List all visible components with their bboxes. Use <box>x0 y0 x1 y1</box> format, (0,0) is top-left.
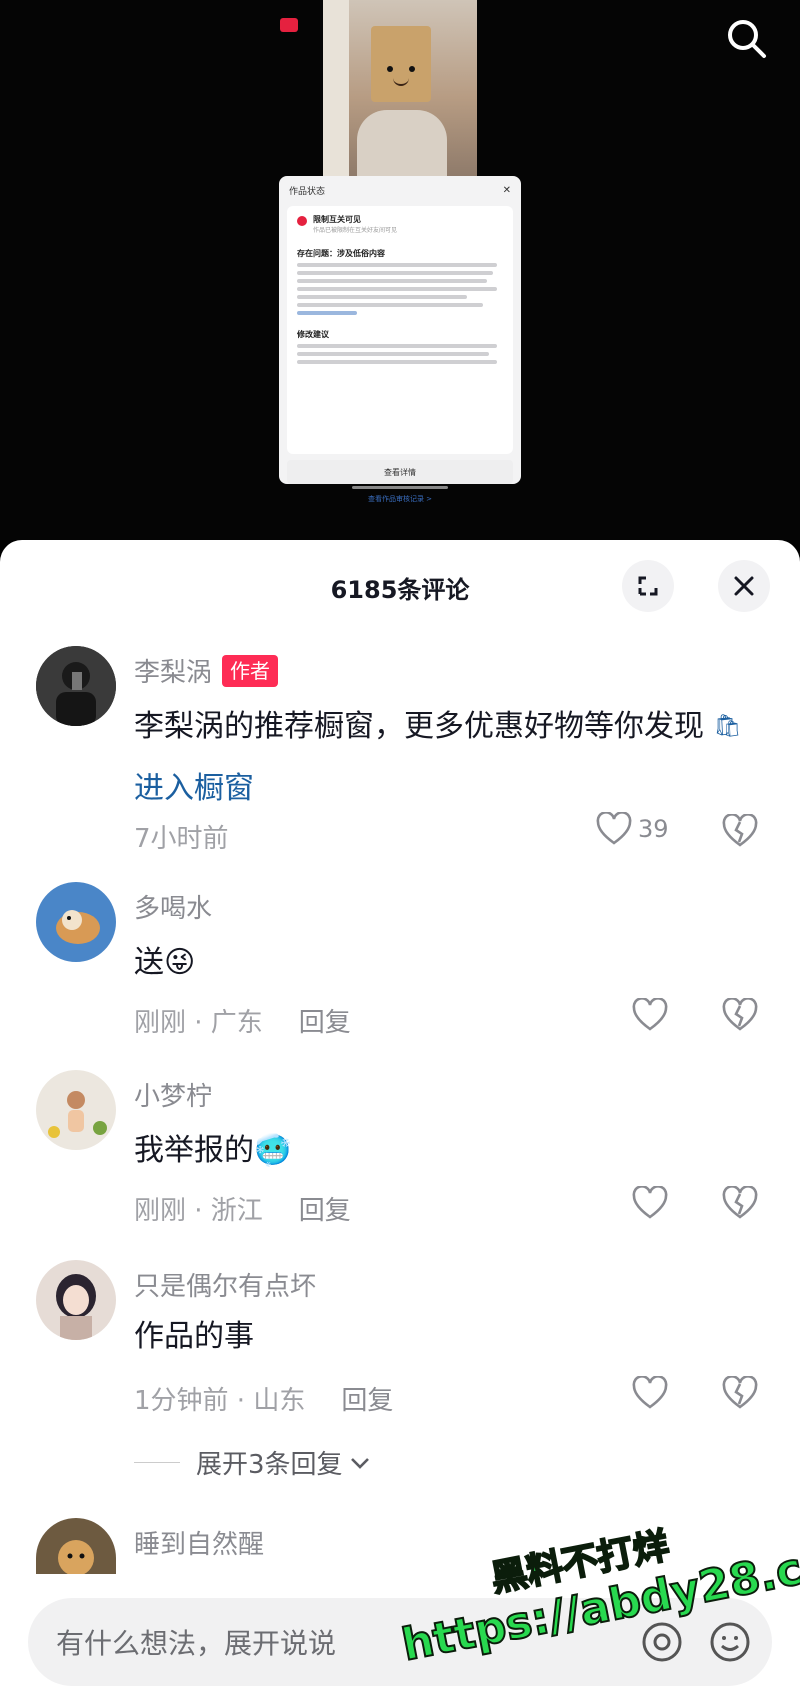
person-body <box>357 110 447 180</box>
comment-input[interactable] <box>54 1598 618 1688</box>
search-icon[interactable] <box>724 16 768 60</box>
home-indicator <box>352 486 448 489</box>
heart-icon <box>596 812 632 845</box>
expand-replies-label[interactable]: 展开3条回复 <box>196 1444 343 1481</box>
broken-heart-icon[interactable] <box>722 1376 758 1410</box>
avatar[interactable] <box>36 882 116 962</box>
comment-username[interactable]: 只是偶尔有点坏 <box>134 1266 316 1303</box>
avatar-image <box>36 646 116 726</box>
review-record-link[interactable]: 查看作品审核记录 > <box>279 494 521 504</box>
at-mention-icon[interactable] <box>640 1620 684 1664</box>
status-title: 限制互关可见 <box>313 215 361 224</box>
expand-panel-button[interactable] <box>622 560 674 612</box>
close-panel-button[interactable] <box>718 560 770 612</box>
status-desc: 作品已被限制在互关好友间可见 <box>313 227 398 234</box>
comment-meta: 刚刚 · 浙江 回复 <box>134 1190 351 1227</box>
avatar-image <box>36 882 116 962</box>
comment-body: 送 <box>134 945 164 980</box>
comment-meta: 刚刚 · 广东 回复 <box>134 1002 351 1039</box>
comment-input-bar[interactable] <box>28 1598 772 1688</box>
username-text[interactable]: 李梨涡 <box>134 658 212 688</box>
shop-icon: 🛍 <box>713 714 742 739</box>
comment-text: 作品的事 <box>134 1319 254 1354</box>
warning-icon <box>297 216 307 226</box>
cold-face-emoji-icon: 🥶 <box>254 1133 292 1168</box>
like-button[interactable]: 39 <box>596 812 669 846</box>
comment-username[interactable]: 睡到自然醒 <box>134 1524 264 1561</box>
dialog-title: 作品状态 <box>289 186 326 197</box>
reply-button[interactable]: 回复 <box>299 1196 351 1226</box>
comment-body: 我举报的 <box>134 1133 254 1168</box>
curtain <box>323 0 349 178</box>
work-status-dialog: 作品状态 ✕ 限制互关可见 作品已被限制在互关好友间可见 存在问题：涉及低俗内容… <box>279 176 521 503</box>
issue-title: 存在问题：涉及低俗内容 <box>297 249 385 258</box>
comment-text: 送😜 <box>134 932 754 994</box>
video-area[interactable]: 作品状态 ✕ 限制互关可见 作品已被限制在互关好友间可见 存在问题：涉及低俗内容… <box>0 0 800 540</box>
comment-username[interactable]: 小梦柠 <box>134 1076 212 1113</box>
mask-eye <box>409 66 415 72</box>
advice-title: 修改建议 <box>297 330 329 339</box>
comment-text: 李梨涡的推荐橱窗，更多优惠好物等你发现 🛍 进入橱窗 <box>134 696 754 820</box>
comments-title: 6185条评论 <box>330 576 470 604</box>
avatar[interactable] <box>36 646 116 726</box>
expand-replies-button[interactable]: 展开3条回复 <box>134 1444 373 1481</box>
video-thumbnail <box>323 0 477 180</box>
comment-text: 我举报的🥶 <box>134 1120 754 1182</box>
close-icon <box>734 576 754 596</box>
heart-icon[interactable] <box>632 998 668 1032</box>
close-icon[interactable]: ✕ <box>503 185 511 196</box>
divider <box>134 1462 180 1463</box>
heart-icon[interactable] <box>632 1376 668 1410</box>
paper-bag-mask <box>371 26 431 102</box>
broken-heart-icon[interactable] <box>722 998 758 1032</box>
broken-heart-icon[interactable] <box>722 814 758 848</box>
comment-time: 1分钟前 · 山东 <box>134 1386 306 1416</box>
wink-emoji-icon: 😜 <box>164 945 196 980</box>
comment-time: 7小时前 <box>134 824 229 854</box>
comment-username[interactable]: 李梨涡 作者 <box>134 652 279 689</box>
heart-icon[interactable] <box>632 1186 668 1220</box>
avatar[interactable] <box>36 1260 116 1340</box>
emoji-icon[interactable] <box>708 1620 752 1664</box>
mask-mouth <box>393 78 409 86</box>
reply-button[interactable]: 回复 <box>341 1386 393 1416</box>
live-badge-icon <box>280 18 298 32</box>
comment-body: 李梨涡的推荐橱窗，更多优惠好物等你发现 <box>134 709 704 744</box>
avatar-image <box>36 1260 116 1340</box>
comment-username[interactable]: 多喝水 <box>134 888 212 925</box>
chevron-down-icon <box>350 1457 369 1469</box>
shop-link-label[interactable]: 进入橱窗 <box>134 771 254 806</box>
broken-heart-icon[interactable] <box>722 1186 758 1220</box>
avatar[interactable] <box>36 1070 116 1150</box>
view-details-button[interactable]: 查看详情 <box>287 460 513 484</box>
comment-meta: 1分钟前 · 山东 回复 <box>134 1380 393 1417</box>
mask-eye <box>387 66 393 72</box>
comment-time: 刚刚 · 广东 <box>134 1008 263 1038</box>
avatar-image <box>36 1070 116 1150</box>
dialog-card: 限制互关可见 作品已被限制在互关好友间可见 存在问题：涉及低俗内容 修改建议 <box>287 206 513 454</box>
reply-button[interactable]: 回复 <box>299 1008 351 1038</box>
comment-time: 刚刚 · 浙江 <box>134 1196 263 1226</box>
guideline-link[interactable] <box>297 311 357 315</box>
expand-icon <box>638 576 658 596</box>
author-badge: 作者 <box>222 655 279 687</box>
like-count: 39 <box>638 815 669 843</box>
